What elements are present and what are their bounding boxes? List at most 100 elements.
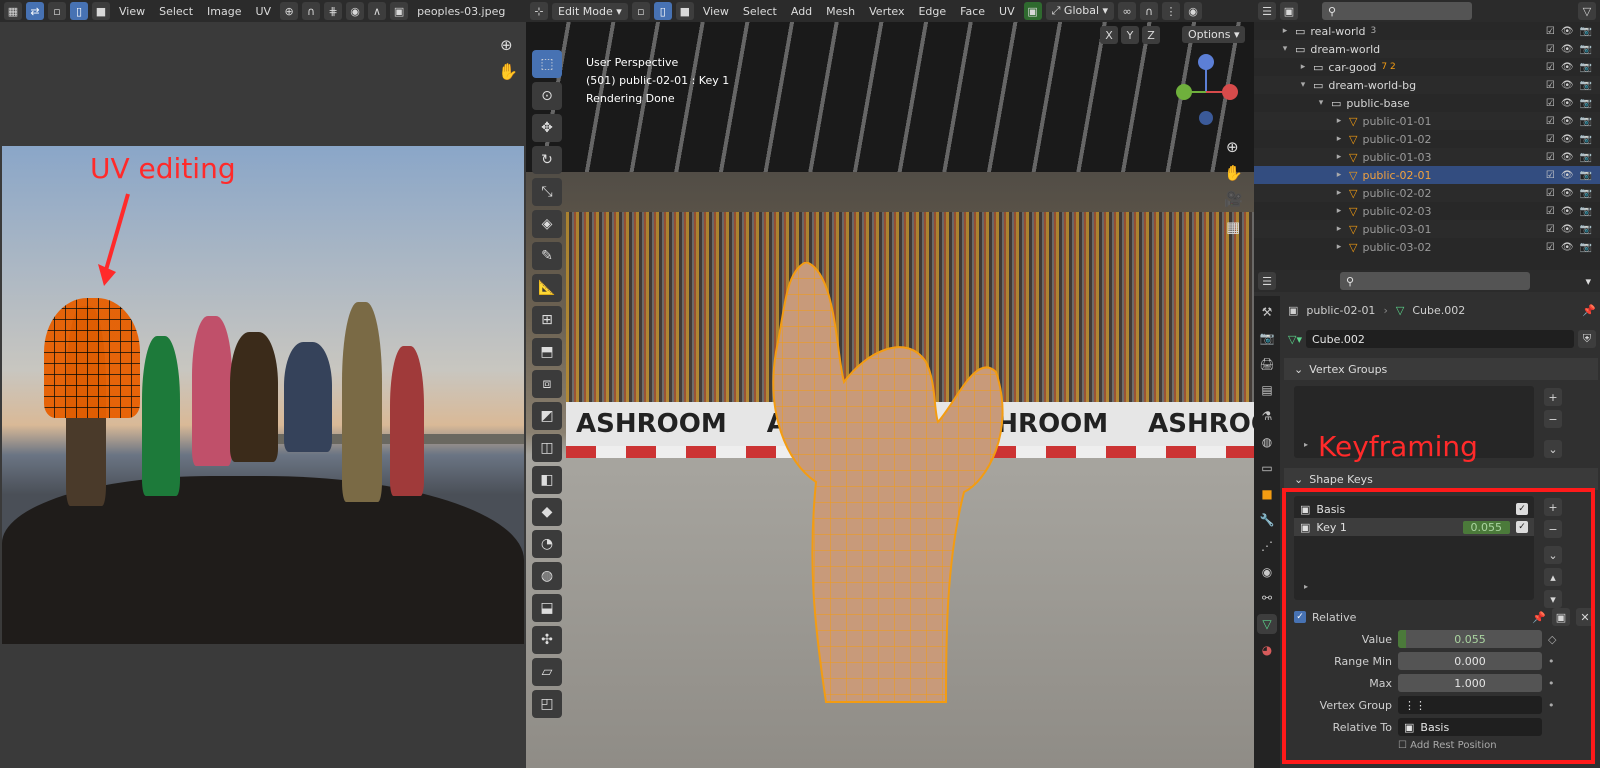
max-field[interactable]: 1.000 (1398, 674, 1542, 692)
pan-hand-icon[interactable]: ✋ (498, 62, 518, 81)
extrude-tool[interactable]: ⬒ (532, 338, 562, 366)
shape-key-value[interactable]: 0.055 (1462, 520, 1510, 534)
sk-menu-button[interactable]: ⌄ (1544, 546, 1562, 564)
eye-icon[interactable]: 👁 (1561, 134, 1574, 145)
shape-key-row-key1[interactable]: ▣ Key 1 0.055 ✓ (1294, 518, 1534, 536)
shape-list-expand-icon[interactable]: ▸ (1304, 582, 1308, 591)
outliner-row[interactable]: ▸ ▽ public-01-01 ☑ 👁 📷 (1254, 112, 1600, 130)
render-scene[interactable]: ASHROOM ASHROOM ASHROOM ASHROOM (526, 22, 1254, 768)
relative-checkbox[interactable]: ✓ (1294, 611, 1306, 623)
vg-remove-button[interactable]: − (1544, 410, 1562, 428)
eye-icon[interactable]: 👁 (1561, 116, 1574, 127)
outliner-item-name[interactable]: dream-world (1310, 43, 1380, 56)
outliner-item-name[interactable]: public-base (1346, 97, 1409, 110)
vg-menu-button[interactable]: ⌄ (1544, 440, 1562, 458)
exclude-checkbox-icon[interactable]: ☑ (1546, 206, 1555, 217)
shrink-tool[interactable]: ✣ (532, 626, 562, 654)
add-rest-position-row[interactable]: ☐ Add Rest Position (1398, 740, 1542, 751)
exclude-checkbox-icon[interactable]: ☑ (1546, 170, 1555, 181)
vg-add-button[interactable]: + (1544, 388, 1562, 406)
relative-to-field[interactable]: ▣ Basis (1398, 718, 1542, 736)
cursor-tool[interactable]: ⊙ (532, 82, 562, 110)
exclude-checkbox-icon[interactable]: ☑ (1546, 152, 1555, 163)
outliner-item-name[interactable]: public-03-02 (1362, 241, 1431, 254)
outliner-item-name[interactable]: public-01-02 (1362, 133, 1431, 146)
vp-menu-vertex[interactable]: Vertex (864, 3, 909, 20)
outliner-row[interactable]: ▸ ▽ public-01-02 ☑ 👁 📷 (1254, 130, 1600, 148)
shape-keys-panel-header[interactable]: ⌄ Shape Keys (1284, 468, 1598, 490)
expand-arrow-icon[interactable]: ▾ (1316, 98, 1326, 108)
list-expand-icon[interactable]: ▸ (1304, 440, 1308, 449)
outliner-row[interactable]: ▸ ▽ public-03-02 ☑ 👁 📷 (1254, 238, 1600, 256)
mesh-figure[interactable] (766, 262, 1016, 722)
vp-menu-face[interactable]: Face (955, 3, 990, 20)
expand-arrow-icon[interactable]: ▸ (1334, 152, 1344, 162)
outliner-row[interactable]: ▾ ▭ public-base ☑ 👁 📷 (1254, 94, 1600, 112)
outliner-row[interactable]: ▸ ▭ car-good 7 2 ☑ 👁 📷 (1254, 58, 1600, 76)
spin-tool[interactable]: ◔ (532, 530, 562, 558)
vp-menu-view[interactable]: View (698, 3, 734, 20)
outliner-item-name[interactable]: dream-world-bg (1328, 79, 1416, 92)
outliner-search-input[interactable]: ⚲ (1322, 2, 1472, 20)
image-icon[interactable]: ▣ (1023, 2, 1042, 20)
camera-icon[interactable]: 📷 (1580, 62, 1592, 73)
expand-arrow-icon[interactable]: ▸ (1280, 26, 1290, 36)
tool-tab-icon[interactable]: ⚒ (1257, 302, 1277, 322)
camera-view-icon[interactable]: 🎥 (1224, 190, 1243, 208)
outliner-row[interactable]: ▸ ▽ public-03-01 ☑ 👁 📷 (1254, 220, 1600, 238)
render-tab-icon[interactable]: 📷 (1257, 328, 1277, 348)
face-mode-icon[interactable]: ■ (675, 2, 694, 20)
edge-select-icon[interactable]: ▯ (70, 2, 88, 20)
outliner-item-name[interactable]: real-world (1310, 25, 1365, 38)
eye-icon[interactable]: 👁 (1561, 242, 1574, 253)
eye-icon[interactable]: 👁 (1561, 98, 1574, 109)
outliner-row[interactable]: ▸ ▭ real-world 3 ☑ 👁 📷 (1254, 22, 1600, 40)
uv-menu-select[interactable]: Select (154, 3, 198, 20)
outliner-row[interactable]: ▸ ▽ public-02-01 ☑ 👁 📷 (1254, 166, 1600, 184)
scale-tool[interactable]: ⤡ (532, 178, 562, 206)
vp-menu-select[interactable]: Select (738, 3, 782, 20)
expand-arrow-icon[interactable]: ▾ (1280, 44, 1290, 54)
outliner-item-name[interactable]: public-01-01 (1362, 115, 1431, 128)
exclude-checkbox-icon[interactable]: ☑ (1546, 116, 1555, 127)
image-name-field[interactable]: peoples-03.jpeg (412, 3, 510, 20)
axis-z-toggle[interactable]: Z (1142, 26, 1160, 44)
knife-tool[interactable]: ◧ (532, 466, 562, 494)
exclude-checkbox-icon[interactable]: ☑ (1546, 98, 1555, 109)
uv-menu-image[interactable]: Image (202, 3, 246, 20)
shape-pin-icon[interactable]: 📌 (1532, 611, 1546, 624)
inset-tool[interactable]: ⧈ (532, 370, 562, 398)
exclude-checkbox-icon[interactable]: ☑ (1546, 80, 1555, 91)
camera-icon[interactable]: 📷 (1580, 134, 1592, 145)
expand-arrow-icon[interactable]: ▸ (1334, 188, 1344, 198)
viewport-editor-type-icon[interactable]: ⊹ (530, 2, 548, 20)
modifier-tab-icon[interactable]: 🔧 (1257, 510, 1277, 530)
expand-arrow-icon[interactable]: ▾ (1298, 80, 1308, 90)
pin-icon[interactable]: 📌 (1582, 304, 1596, 317)
constraints-tab-icon[interactable]: ⚯ (1257, 588, 1277, 608)
sk-remove-button[interactable]: − (1544, 520, 1562, 538)
magnet-icon[interactable]: ∩ (1140, 2, 1159, 20)
exclude-checkbox-icon[interactable]: ☑ (1546, 242, 1555, 253)
edge-mode-icon[interactable]: ▯ (653, 2, 672, 20)
camera-icon[interactable]: 📷 (1580, 26, 1592, 37)
loop-cut-tool[interactable]: ◫ (532, 434, 562, 462)
outliner-item-name[interactable]: public-02-01 (1362, 169, 1431, 182)
fake-user-icon[interactable]: ⛨ (1578, 330, 1596, 348)
camera-icon[interactable]: 📷 (1580, 80, 1592, 91)
eye-icon[interactable]: 👁 (1561, 152, 1574, 163)
display-mode-icon[interactable]: ▣ (1280, 2, 1298, 20)
exclude-checkbox-icon[interactable]: ☑ (1546, 134, 1555, 145)
uv-menu-uv[interactable]: UV (251, 3, 277, 20)
measure-tool[interactable]: 📐 (532, 274, 562, 302)
mesh-data-tab-icon[interactable]: ▽ (1257, 614, 1277, 634)
snap-icon[interactable]: ∩ (302, 2, 321, 20)
shape-key-row-basis[interactable]: ▣ Basis ✓ (1294, 500, 1534, 518)
camera-icon[interactable]: 📷 (1580, 98, 1592, 109)
eye-icon[interactable]: 👁 (1561, 206, 1574, 217)
shape-key-mute-checkbox[interactable]: ✓ (1516, 521, 1528, 533)
rip-tool[interactable]: ◰ (532, 690, 562, 718)
outliner-item-name[interactable]: public-03-01 (1362, 223, 1431, 236)
expand-arrow-icon[interactable]: ▸ (1334, 206, 1344, 216)
outliner-item-name[interactable]: public-02-02 (1362, 187, 1431, 200)
